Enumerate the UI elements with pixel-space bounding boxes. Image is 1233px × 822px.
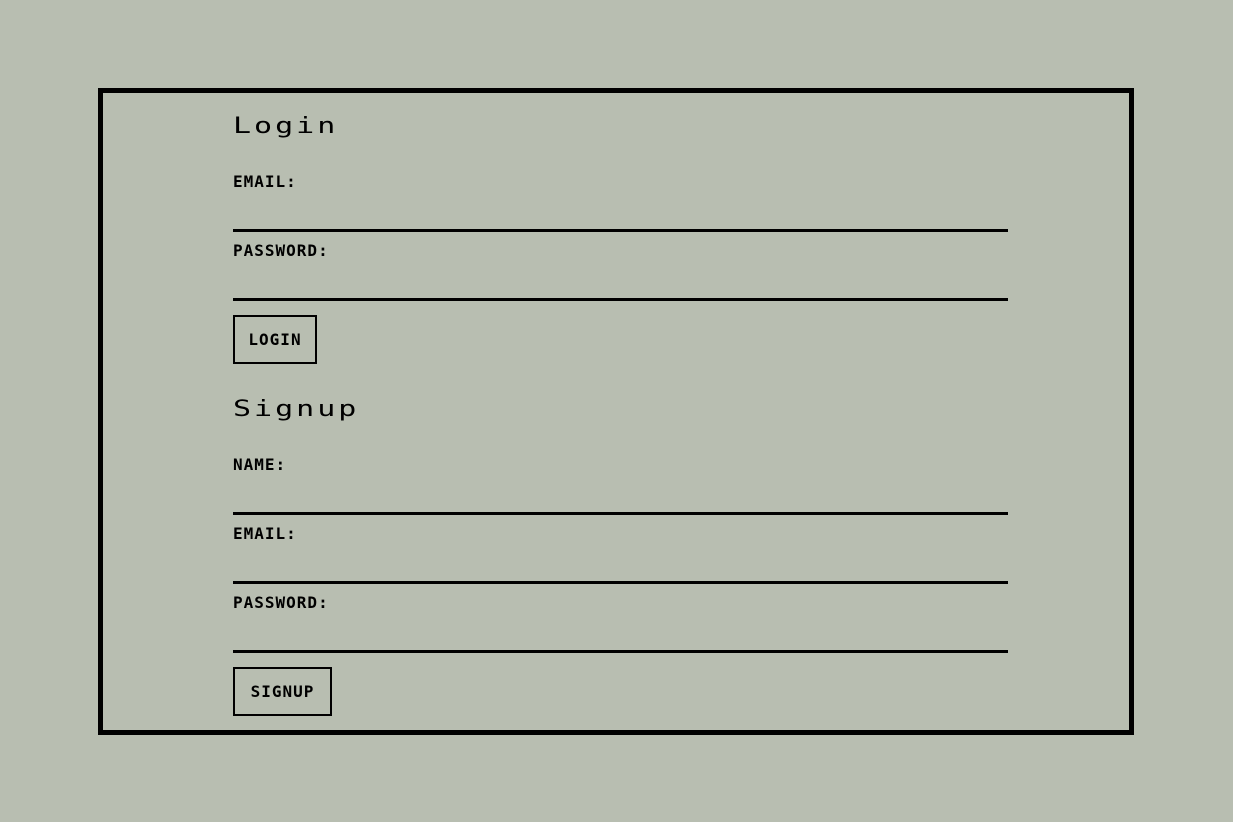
login-password-label: Password: <box>233 241 329 260</box>
signup-name-field[interactable] <box>233 485 1008 515</box>
signup-password-label: Password: <box>233 593 329 612</box>
login-email-label: Email: <box>233 172 297 191</box>
login-button[interactable]: Login <box>233 315 317 364</box>
signup-heading: Signup <box>233 395 360 422</box>
signup-password-field[interactable] <box>233 623 1008 653</box>
auth-panel: Login Email: Password: Login Signup Name… <box>98 88 1134 735</box>
login-password-field[interactable] <box>233 271 1008 301</box>
signup-button[interactable]: Signup <box>233 667 332 716</box>
login-email-field[interactable] <box>233 202 1008 232</box>
signup-name-label: Name: <box>233 455 287 474</box>
signup-email-field[interactable] <box>233 554 1008 584</box>
login-heading: Login <box>233 112 339 139</box>
signup-email-label: Email: <box>233 524 297 543</box>
